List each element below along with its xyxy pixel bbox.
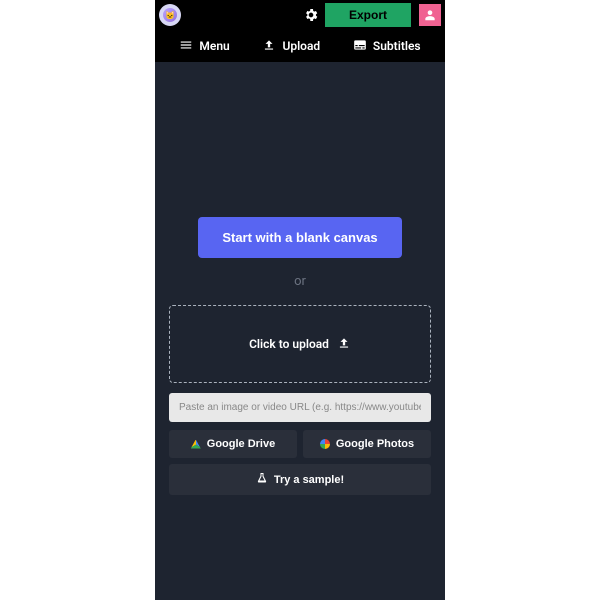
- google-photos-icon: [320, 439, 330, 449]
- google-photos-button[interactable]: Google Photos: [303, 430, 431, 458]
- blank-canvas-button[interactable]: Start with a blank canvas: [198, 217, 401, 258]
- flask-icon: [256, 472, 268, 487]
- navbar: Menu Upload Subtitles: [155, 30, 445, 62]
- sample-label: Try a sample!: [274, 474, 344, 486]
- app-frame: 🐱 Export Menu Upload Subtitles: [155, 0, 445, 600]
- gdrive-label: Google Drive: [207, 438, 275, 450]
- url-input[interactable]: [169, 393, 431, 422]
- gear-icon[interactable]: [303, 7, 319, 23]
- nav-menu-label: Menu: [199, 39, 229, 53]
- nav-menu[interactable]: Menu: [179, 38, 229, 55]
- google-drive-icon: [191, 440, 201, 449]
- nav-upload[interactable]: Upload: [262, 38, 320, 55]
- topbar: 🐱 Export: [155, 0, 445, 30]
- upload-icon: [262, 38, 276, 55]
- export-button[interactable]: Export: [325, 3, 411, 27]
- hamburger-icon: [179, 38, 193, 55]
- upload-label: Click to upload: [249, 337, 329, 351]
- subtitles-icon: [353, 38, 367, 55]
- nav-upload-label: Upload: [282, 39, 320, 53]
- upload-dropzone[interactable]: Click to upload: [169, 305, 431, 383]
- try-sample-button[interactable]: Try a sample!: [169, 464, 431, 495]
- google-drive-button[interactable]: Google Drive: [169, 430, 297, 458]
- upload-icon: [337, 336, 351, 353]
- user-icon[interactable]: [419, 4, 441, 26]
- source-buttons: Google Drive Google Photos: [169, 430, 431, 458]
- or-divider: or: [294, 274, 306, 289]
- gphotos-label: Google Photos: [336, 438, 414, 450]
- nav-subtitles[interactable]: Subtitles: [353, 38, 421, 55]
- nav-subtitles-label: Subtitles: [373, 39, 421, 53]
- main-area: Start with a blank canvas or Click to up…: [155, 62, 445, 600]
- avatar[interactable]: 🐱: [159, 4, 181, 26]
